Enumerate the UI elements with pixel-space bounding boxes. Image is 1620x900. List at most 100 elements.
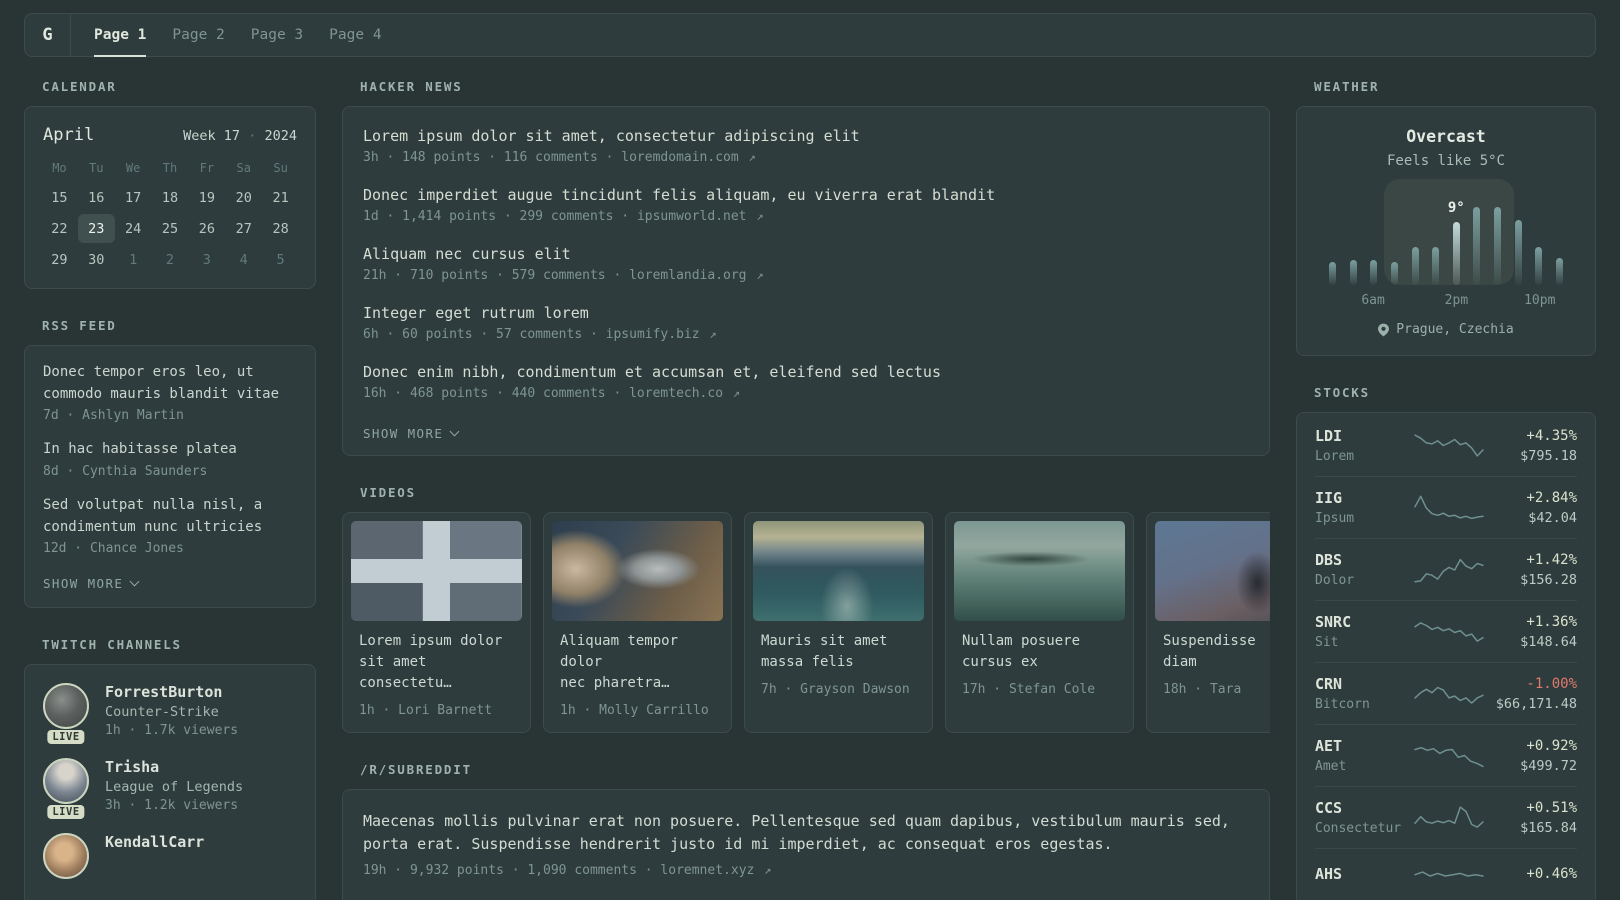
- twitch-channel-name[interactable]: Trisha: [105, 758, 243, 776]
- center-column: HACKER NEWS Lorem ipsum dolor sit amet, …: [342, 79, 1270, 900]
- stock-price: $42.04: [1528, 509, 1577, 526]
- live-badge: LIVE: [47, 730, 85, 745]
- stock-sparkline: [1407, 803, 1491, 833]
- twitch-channel-name[interactable]: KendallCarr: [105, 833, 204, 851]
- right-column: WEATHER Overcast Feels like 5°C 9° 6am 2p…: [1296, 79, 1596, 900]
- hn-item-meta: 1d · 1,414 points · 299 comments · ipsum…: [363, 209, 764, 224]
- stock-symbol[interactable]: AET: [1315, 737, 1407, 755]
- hn-item-meta: 21h · 710 points · 579 comments · loreml…: [363, 268, 764, 283]
- stock-row[interactable]: CRN Bitcorn -1.00% $66,171.48: [1315, 662, 1577, 724]
- subreddit-post-title[interactable]: Maecenas mollis pulvinar erat non posuer…: [363, 810, 1249, 857]
- subreddit-post-domain[interactable]: loremnet.xyz: [660, 863, 754, 878]
- tab-page-4[interactable]: Page 4: [316, 14, 394, 56]
- twitch-channel-row[interactable]: KendallCarr: [43, 833, 297, 880]
- video-card[interactable]: Suspendisse diam 18h · Tara: [1146, 512, 1270, 733]
- video-card[interactable]: Aliquam tempor dolor nec pharetra… 1h · …: [543, 512, 732, 733]
- subreddit-post-meta: 19h · 9,932 points · 1,090 comments · lo…: [363, 862, 772, 878]
- stock-row[interactable]: SNRC Sit +1.36% $148.64: [1315, 600, 1577, 662]
- hn-item: Donec imperdiet augue tincidunt felis al…: [363, 186, 1249, 224]
- video-card[interactable]: Nullam posuere cursus ex 17h · Stefan Co…: [945, 512, 1134, 733]
- stock-row[interactable]: LDI Lorem +4.35% $795.18: [1315, 415, 1577, 476]
- video-title[interactable]: Suspendisse diam: [1163, 631, 1270, 673]
- calendar-day: 5: [276, 251, 285, 268]
- weather-hourly-chart: 9°: [1321, 179, 1571, 285]
- calendar-day: 19: [198, 189, 215, 206]
- calendar-section-label: CALENDAR: [42, 79, 117, 94]
- stock-symbol[interactable]: DBS: [1315, 551, 1407, 569]
- stock-symbol[interactable]: IIG: [1315, 489, 1407, 507]
- video-title[interactable]: Mauris sit amet massa felis: [761, 631, 916, 673]
- calendar-day: 25: [161, 220, 179, 237]
- stock-name: Lorem: [1315, 449, 1355, 464]
- rss-item-title[interactable]: Sed volutpat nulla nisl, a condimentum n…: [43, 495, 297, 538]
- external-link-icon: ↗: [756, 268, 764, 282]
- video-title[interactable]: Lorem ipsum dolor sit amet consectetu…: [359, 631, 514, 694]
- hn-item-meta: 16h · 468 points · 440 comments · loremt…: [363, 386, 741, 401]
- video-meta: 1h · Lori Barnett: [359, 703, 493, 718]
- calendar-weekday-label: Fr: [199, 161, 215, 175]
- stock-row[interactable]: AHS +0.46%: [1315, 848, 1577, 900]
- rss-item-meta: 7d · Ashlyn Martin: [43, 408, 184, 424]
- twitch-channel-row[interactable]: LIVE Trisha League of Legends 3h · 1.2k …: [43, 758, 297, 820]
- stocks-section: STOCKS LDI Lorem +4.35% $795.18 IIG Ipsum +…: [1296, 385, 1596, 900]
- tab-page-3[interactable]: Page 3: [238, 14, 316, 56]
- calendar-day: 29: [51, 251, 68, 268]
- hn-show-more-button[interactable]: SHOW MORE: [363, 422, 1249, 443]
- left-column: CALENDAR April Week 17 · 2024 Mo Tu We Th Fr…: [24, 79, 316, 900]
- stock-change: +0.51%: [1526, 799, 1577, 816]
- hn-item-title[interactable]: Integer eget rutrum lorem: [363, 304, 1249, 322]
- video-card[interactable]: Lorem ipsum dolor sit amet consectetu… 1…: [342, 512, 531, 733]
- stock-symbol[interactable]: SNRC: [1315, 613, 1407, 631]
- hn-item-domain[interactable]: loremtech.co: [629, 386, 723, 401]
- tab-page-2[interactable]: Page 2: [159, 14, 237, 56]
- hn-item-title[interactable]: Donec enim nibh, condimentum et accumsan…: [363, 363, 1249, 381]
- weather-bar: [1370, 260, 1378, 285]
- video-title[interactable]: Nullam posuere cursus ex: [962, 631, 1117, 673]
- stock-row[interactable]: CCS Consectetur +0.51% $165.84: [1315, 786, 1577, 848]
- hn-item-title[interactable]: Lorem ipsum dolor sit amet, consectetur …: [363, 127, 1249, 145]
- avatar: [43, 683, 89, 730]
- stock-symbol[interactable]: LDI: [1315, 427, 1407, 445]
- calendar-weekday-label: Mo: [52, 161, 67, 175]
- video-card[interactable]: Mauris sit amet massa felis 7h · Grayson…: [744, 512, 933, 733]
- rss-item-title[interactable]: In hac habitasse platea: [43, 439, 297, 461]
- calendar-day: 18: [161, 189, 179, 206]
- stock-row[interactable]: IIG Ipsum +2.84% $42.04: [1315, 476, 1577, 538]
- stock-change: +1.36%: [1526, 613, 1577, 630]
- stock-symbol[interactable]: AHS: [1315, 865, 1407, 883]
- stock-row[interactable]: AET Amet +0.92% $499.72: [1315, 724, 1577, 786]
- twitch-channel-game: Counter-Strike: [105, 704, 219, 721]
- weather-bar: [1535, 247, 1543, 285]
- hn-item-domain[interactable]: loremdomain.com: [621, 150, 738, 165]
- stock-name: Dolor: [1315, 573, 1355, 588]
- twitch-channel-row[interactable]: LIVE ForrestBurton Counter-Strike 1h · 1…: [43, 683, 297, 745]
- weather-hour-labels: 6am 2pm 10pm: [1321, 291, 1571, 309]
- hn-item-title[interactable]: Donec imperdiet augue tincidunt felis al…: [363, 186, 1249, 204]
- stock-symbol[interactable]: CRN: [1315, 675, 1407, 693]
- calendar-day: 22: [51, 220, 68, 237]
- rss-item-meta: 8d · Cynthia Saunders: [43, 464, 208, 480]
- stock-sparkline: [1407, 741, 1491, 771]
- hn-item-domain[interactable]: ipsumworld.net: [637, 209, 747, 224]
- stock-name: Sit: [1315, 635, 1339, 650]
- twitch-section: TWITCH CHANNELS LIVE ForrestBurton Count…: [24, 637, 316, 900]
- video-meta: 17h · Stefan Cole: [962, 682, 1096, 697]
- video-title[interactable]: Aliquam tempor dolor nec pharetra…: [560, 631, 715, 694]
- calendar-day-selected: 23: [77, 214, 115, 243]
- hn-item-domain[interactable]: ipsumify.biz: [606, 327, 700, 342]
- rss-item: Sed volutpat nulla nisl, a condimentum n…: [43, 495, 297, 556]
- twitch-channel-name[interactable]: ForrestBurton: [105, 683, 238, 701]
- rss-show-more-button[interactable]: SHOW MORE: [43, 572, 297, 593]
- hn-item-title[interactable]: Aliquam nec cursus elit: [363, 245, 1249, 263]
- weather-feels-like: Feels like 5°C: [1386, 153, 1505, 169]
- rss-item-title[interactable]: Donec tempor eros leo, ut commodo mauris…: [43, 362, 297, 405]
- stock-symbol[interactable]: CCS: [1315, 799, 1407, 817]
- tab-page-1[interactable]: Page 1: [81, 14, 159, 57]
- weather-bar: [1329, 262, 1336, 285]
- app-logo[interactable]: G: [25, 14, 71, 56]
- stock-row[interactable]: DBS Dolor +1.42% $156.28: [1315, 538, 1577, 600]
- external-link-icon: ↗: [709, 327, 717, 341]
- hn-item-domain[interactable]: loremlandia.org: [629, 268, 746, 283]
- external-link-icon: ↗: [764, 862, 772, 877]
- twitch-avatar: LIVE: [43, 683, 89, 745]
